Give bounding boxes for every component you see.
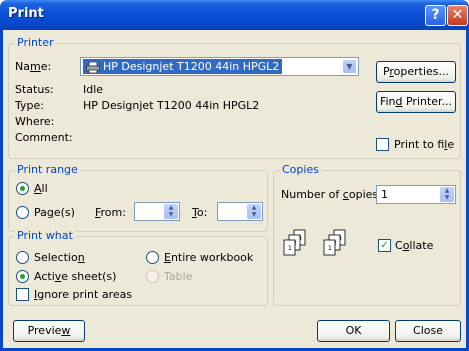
properties-button[interactable]: Properties...	[376, 61, 456, 83]
print-range-group: Print range All Page(s) From: ▲ ▼ To: ▲ ▼	[8, 163, 268, 232]
spinner-arrows-icon[interactable]: ▲ ▼	[440, 187, 454, 202]
printer-name-text: HP Designjet T1200 44in HPGL2	[103, 60, 280, 73]
svg-text:1: 1	[328, 245, 332, 252]
dialog-body: Printer Name: HP Designjet T1200 44in HP…	[0, 30, 469, 351]
close-button[interactable]: Close	[395, 320, 461, 342]
find-printer-button[interactable]: Find Printer...	[376, 91, 456, 113]
ignore-print-areas-checkbox[interactable]	[16, 288, 29, 301]
print-what-group-title: Print what	[15, 229, 75, 242]
print-range-pages-radio[interactable]	[16, 206, 29, 219]
print-range-all-label: All	[34, 182, 48, 195]
active-sheets-label: Active sheet(s)	[34, 270, 117, 283]
print-range-pages-label: Page(s)	[34, 206, 75, 219]
print-range-all-radio[interactable]	[16, 182, 29, 195]
printer-name-label: Name:	[15, 60, 52, 73]
spinner-arrows-icon[interactable]: ▲ ▼	[164, 204, 178, 219]
copies-group: Copies Number of copies: 1 ▲▼ 3 2 1 3 2 …	[273, 163, 461, 306]
svg-text:1: 1	[288, 245, 292, 252]
title-bar: Print ? ✕	[0, 0, 469, 30]
entire-workbook-label: Entire workbook	[164, 251, 254, 264]
preview-button[interactable]: Preview	[13, 320, 85, 342]
print-what-group: Print what Selection Entire workbook Act…	[8, 229, 268, 306]
number-of-copies-label: Number of copies:	[281, 188, 382, 201]
where-label: Where:	[15, 115, 55, 128]
collate-label: Collate	[395, 239, 434, 252]
spinner-arrows-icon[interactable]: ▲ ▼	[247, 204, 261, 219]
selection-label: Selection	[34, 251, 85, 264]
to-label: To:	[192, 206, 208, 219]
printer-group-title: Printer	[15, 36, 56, 49]
close-icon[interactable]: ✕	[447, 5, 468, 26]
from-spinner[interactable]: ▲ ▼	[134, 202, 180, 221]
status-value: Idle	[83, 83, 104, 96]
print-range-group-title: Print range	[15, 163, 80, 176]
printer-name-select[interactable]: HP Designjet T1200 44in HPGL2 ▼	[80, 57, 359, 76]
printer-name-value: HP Designjet T1200 44in HPGL2	[83, 59, 283, 74]
printer-icon	[86, 61, 100, 73]
print-to-file-label: Print to file	[394, 138, 455, 151]
copies-spinner[interactable]: 1 ▲ ▼	[376, 185, 456, 204]
copies-value: 1	[381, 188, 388, 201]
collate-checkbox[interactable]: ✓	[378, 239, 391, 252]
ok-button[interactable]: OK	[317, 320, 390, 342]
ignore-print-areas-label: Ignore print areas	[34, 288, 133, 301]
collate-pages-icon: 3 2 1 3 2 1	[283, 229, 346, 256]
printer-group: Printer Name: HP Designjet T1200 44in HP…	[8, 36, 461, 159]
type-label: Type:	[15, 99, 44, 112]
status-label: Status:	[15, 83, 54, 96]
print-to-file-checkbox[interactable]	[376, 138, 389, 151]
comment-label: Comment:	[15, 131, 73, 144]
help-icon[interactable]: ?	[425, 5, 446, 26]
type-value: HP Designjet T1200 44in HPGL2	[83, 99, 260, 112]
selection-radio[interactable]	[16, 251, 29, 264]
active-sheets-radio[interactable]	[16, 270, 29, 283]
chevron-down-icon[interactable]: ▼	[342, 59, 357, 74]
to-spinner[interactable]: ▲ ▼	[217, 202, 263, 221]
table-label: Table	[164, 270, 193, 283]
copies-group-title: Copies	[280, 163, 321, 176]
table-radio	[146, 270, 159, 283]
from-label: From:	[95, 206, 126, 219]
window-title: Print	[8, 6, 44, 21]
entire-workbook-radio[interactable]	[146, 251, 159, 264]
